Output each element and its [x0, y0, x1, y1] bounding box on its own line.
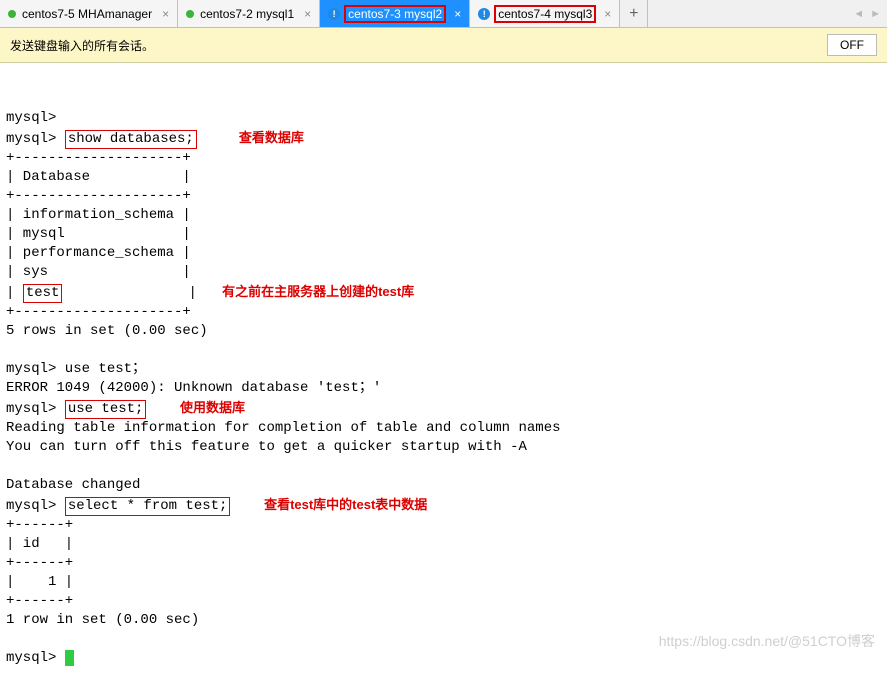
terminal-line: +--------------------+: [6, 304, 191, 320]
prompt: mysql>: [6, 401, 65, 417]
terminal-line: +--------------------+: [6, 150, 191, 166]
terminal-line: | id |: [6, 536, 73, 552]
tab-bar: centos7-5 MHAmanager × centos7-2 mysql1 …: [0, 0, 887, 28]
info-icon: !: [478, 8, 490, 20]
terminal-line: You can turn off this feature to get a q…: [6, 439, 527, 455]
comment-show-db: 查看数据库: [239, 130, 304, 145]
terminal-line: mysql>: [6, 110, 56, 126]
terminal-line: | mysql |: [6, 226, 191, 242]
tab-label: centos7-3 mysql2: [344, 5, 446, 23]
close-icon[interactable]: ×: [304, 7, 311, 21]
broadcast-bar: 发送键盘输入的所有会话。 OFF: [0, 28, 887, 63]
terminal-line: | 1 |: [6, 574, 73, 590]
tab-label: centos7-4 mysql3: [494, 5, 596, 23]
close-icon[interactable]: ×: [604, 7, 611, 21]
tab-mhamanager[interactable]: centos7-5 MHAmanager ×: [0, 0, 178, 27]
status-dot-icon: [8, 10, 16, 18]
tab-mysql2[interactable]: ! centos7-3 mysql2 ×: [320, 0, 470, 27]
cursor: [65, 650, 74, 666]
terminal-line: Database changed: [6, 477, 140, 493]
comment-select: 查看test库中的test表中数据: [264, 497, 427, 512]
terminal-line: Reading table information for completion…: [6, 420, 561, 436]
tab-nav-arrows: ◄ ►: [847, 0, 887, 27]
boxed-db-test: test: [23, 284, 63, 303]
tab-label: centos7-5 MHAmanager: [22, 7, 152, 21]
prompt: mysql>: [6, 650, 65, 666]
boxed-cmd-use-test: use test;: [65, 400, 147, 419]
add-tab-button[interactable]: +: [620, 0, 648, 27]
boxed-cmd-select: select * from test;: [65, 497, 231, 516]
off-button[interactable]: OFF: [827, 34, 877, 56]
close-icon[interactable]: ×: [162, 7, 169, 21]
chevron-right-icon[interactable]: ►: [870, 8, 881, 20]
terminal-line: ERROR 1049 (42000): Unknown database 'te…: [6, 380, 381, 396]
prompt: mysql>: [6, 131, 65, 147]
terminal-line: | information_schema |: [6, 207, 191, 223]
terminal-line: +------+: [6, 517, 73, 533]
info-icon: !: [328, 8, 340, 20]
terminal-line: +--------------------+: [6, 188, 191, 204]
terminal-line: | Database |: [6, 169, 191, 185]
boxed-cmd-show-db: show databases;: [65, 130, 197, 149]
status-dot-icon: [186, 10, 194, 18]
tab-mysql1[interactable]: centos7-2 mysql1 ×: [178, 0, 320, 27]
close-icon[interactable]: ×: [454, 7, 461, 21]
terminal-line: | performance_schema |: [6, 245, 191, 261]
prompt: mysql>: [6, 498, 65, 514]
terminal-line: +------+: [6, 593, 73, 609]
terminal-output[interactable]: mysql> mysql> show databases; 查看数据库 +---…: [0, 63, 887, 676]
comment-use-db: 使用数据库: [180, 400, 245, 415]
terminal-line: | sys |: [6, 264, 191, 280]
terminal-line: |: [6, 285, 23, 301]
terminal-line: 1 row in set (0.00 sec): [6, 612, 199, 628]
terminal-line: mysql> use test；: [6, 361, 146, 377]
comment-test-db: 有之前在主服务器上创建的test库: [222, 284, 414, 299]
terminal-line: +------+: [6, 555, 73, 571]
terminal-line: 5 rows in set (0.00 sec): [6, 323, 208, 339]
chevron-left-icon[interactable]: ◄: [853, 8, 864, 20]
broadcast-text: 发送键盘输入的所有会话。: [10, 37, 154, 54]
tab-mysql3[interactable]: ! centos7-4 mysql3 ×: [470, 0, 620, 27]
tab-label: centos7-2 mysql1: [200, 7, 294, 21]
